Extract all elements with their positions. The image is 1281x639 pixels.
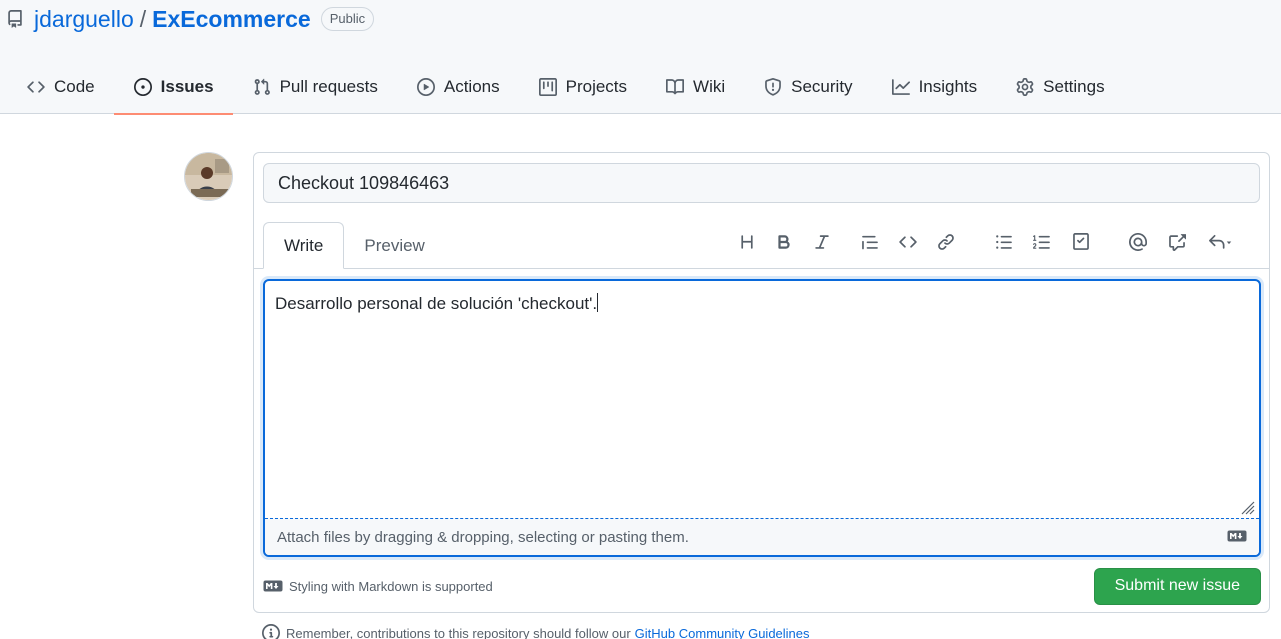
task-list-icon[interactable] — [1068, 229, 1094, 255]
repo-title: jdarguello / ExEcommerce Public — [6, 4, 375, 34]
numbered-list-icon[interactable] — [1029, 229, 1055, 255]
tab-insights[interactable]: Insights — [872, 60, 997, 114]
tab-settings-label: Settings — [1043, 77, 1105, 96]
issue-body-value: Desarrollo personal de solución 'checkou… — [275, 294, 598, 313]
link-icon[interactable] — [933, 229, 959, 255]
tab-issues-label: Issues — [160, 77, 214, 96]
tab-security[interactable]: Security — [744, 60, 871, 114]
new-issue-form: Write Preview Desarrollo personal de sol… — [253, 152, 1270, 613]
community-guidelines-link[interactable]: GitHub Community Guidelines — [635, 626, 810, 639]
attach-files-text: Attach files by dragging & dropping, sel… — [277, 528, 689, 546]
reply-icon[interactable] — [1203, 229, 1237, 255]
play-icon — [416, 77, 436, 97]
gear-icon — [1015, 77, 1035, 97]
tab-wiki[interactable]: Wiki — [646, 60, 744, 114]
tab-issues[interactable]: Issues — [113, 60, 233, 115]
issue-opened-icon — [133, 77, 153, 97]
tab-code[interactable]: Code — [7, 60, 114, 114]
heading-icon[interactable] — [734, 229, 760, 255]
markdown-support-text: Styling with Markdown is supported — [289, 578, 493, 594]
text-caret — [597, 293, 599, 312]
markdown-toolbar — [734, 229, 1237, 255]
table-icon — [538, 77, 558, 97]
repo-nav-tabs: Code Issues Pull requests Actions Projec… — [0, 60, 1124, 115]
bold-icon[interactable] — [771, 229, 797, 255]
visibility-badge: Public — [320, 7, 375, 31]
cross-reference-icon[interactable] — [1164, 229, 1190, 255]
avatar[interactable] — [184, 152, 233, 201]
shield-icon — [763, 77, 783, 97]
tab-actions-label: Actions — [443, 77, 500, 96]
tab-insights-label: Insights — [918, 77, 978, 96]
tab-wiki-label: Wiki — [693, 77, 726, 96]
tab-pull-requests-label: Pull requests — [279, 77, 378, 96]
tab-security-label: Security — [791, 77, 853, 96]
remember-text: Remember, contributions to this reposito… — [286, 625, 631, 639]
resize-handle-icon[interactable] — [1239, 499, 1255, 515]
issue-body-textarea[interactable]: Desarrollo personal de solución 'checkou… — [263, 279, 1261, 557]
git-pull-request-icon — [252, 77, 272, 97]
italic-icon[interactable] — [809, 229, 835, 255]
repo-owner-link[interactable]: jdarguello — [34, 6, 134, 33]
attach-files-bar[interactable]: Attach files by dragging & dropping, sel… — [265, 518, 1259, 555]
tab-projects[interactable]: Projects — [519, 60, 646, 114]
code-icon[interactable] — [895, 229, 921, 255]
tab-settings[interactable]: Settings — [996, 60, 1123, 114]
tab-projects-label: Projects — [565, 77, 628, 96]
tab-actions[interactable]: Actions — [397, 60, 519, 114]
markdown-support-note[interactable]: Styling with Markdown is supported — [263, 579, 493, 594]
graph-icon — [891, 77, 911, 97]
markdown-icon — [1227, 529, 1247, 546]
form-footer: Styling with Markdown is supported Submi… — [263, 567, 1261, 605]
issue-title-input[interactable] — [263, 163, 1260, 203]
tab-preview[interactable]: Preview — [344, 222, 444, 269]
repo-icon — [6, 10, 24, 28]
tab-code-label: Code — [54, 77, 95, 96]
editor-tabs: Write Preview — [263, 222, 445, 269]
issue-body-text: Desarrollo personal de solución 'checkou… — [275, 293, 599, 314]
markdown-icon — [263, 580, 283, 592]
repo-separator: / — [139, 5, 147, 32]
bulleted-list-icon[interactable] — [991, 229, 1017, 255]
editor-tabs-divider — [254, 268, 1269, 269]
repo-header: jdarguello / ExEcommerce Public Code Iss… — [0, 0, 1281, 115]
submit-new-issue-button[interactable]: Submit new issue — [1093, 567, 1261, 605]
tab-write[interactable]: Write — [263, 222, 345, 269]
tab-pull-requests[interactable]: Pull requests — [233, 60, 397, 114]
info-icon — [262, 624, 280, 639]
book-icon — [665, 77, 685, 97]
mention-icon[interactable] — [1125, 229, 1151, 255]
code-icon — [26, 77, 46, 97]
quote-icon[interactable] — [857, 229, 883, 255]
contribution-guidelines-note: Remember, contributions to this reposito… — [262, 624, 810, 639]
repo-name-link[interactable]: ExEcommerce — [152, 6, 311, 33]
